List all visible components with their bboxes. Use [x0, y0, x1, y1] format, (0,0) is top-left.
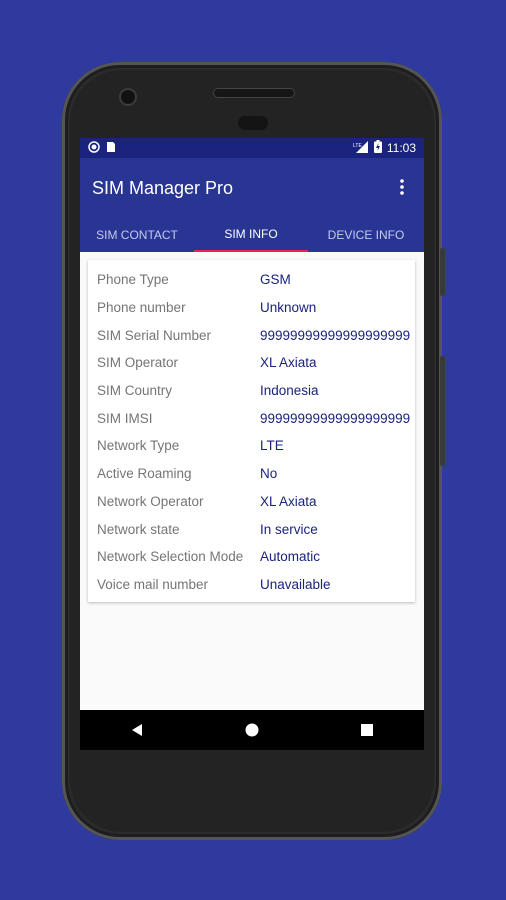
- info-row: Network Operator XL Axiata: [88, 488, 415, 516]
- status-bar: LTE 11:03: [80, 138, 424, 158]
- info-label: Network state: [97, 521, 180, 537]
- navigation-bar: [80, 710, 424, 750]
- info-label: SIM Country: [97, 383, 173, 399]
- more-vert-icon[interactable]: [392, 178, 412, 198]
- info-label: Phone number: [97, 300, 186, 316]
- info-value: Automatic: [260, 549, 321, 565]
- clock: 11:03: [386, 141, 416, 155]
- earpiece-speaker: [213, 88, 295, 98]
- app-title: SIM Manager Pro: [92, 177, 234, 198]
- info-row: Network state In service: [88, 515, 415, 543]
- info-label: SIM Operator: [97, 355, 179, 371]
- front-camera: [119, 88, 137, 106]
- info-label: Network Type: [97, 438, 180, 454]
- info-row: Active Roaming No: [88, 460, 415, 488]
- back-icon[interactable]: [122, 715, 152, 745]
- info-label: Network Selection Mode: [97, 549, 244, 565]
- power-button: [440, 248, 445, 296]
- info-value: Unavailable: [260, 576, 331, 592]
- record-icon: [88, 140, 100, 156]
- info-row: SIM Country Indonesia: [88, 377, 415, 405]
- info-row: SIM Serial Number 99999999999999999999: [88, 321, 415, 349]
- app-bar: SIM Manager Pro: [80, 158, 424, 218]
- info-row: Phone Type GSM: [88, 266, 415, 294]
- sim-card-icon: [106, 141, 116, 156]
- info-label: Network Operator: [97, 493, 204, 509]
- info-label: SIM Serial Number: [97, 327, 212, 343]
- tab-bar: SIM CONTACT SIM INFO DEVICE INFO: [80, 218, 424, 252]
- proximity-sensor: [238, 116, 268, 130]
- phone-screen: LTE 11:03 SIM Manager Pro SIM CONTACT SI…: [80, 138, 424, 750]
- info-label: Voice mail number: [97, 576, 209, 592]
- tab-device-info[interactable]: DEVICE INFO: [308, 218, 424, 252]
- info-value: LTE: [260, 438, 284, 454]
- info-value: 99999999999999999999: [260, 410, 411, 426]
- battery-icon: [373, 140, 382, 156]
- info-value: Unknown: [260, 300, 317, 316]
- tab-sim-contact[interactable]: SIM CONTACT: [80, 218, 194, 252]
- info-label: SIM IMSI: [97, 410, 153, 426]
- info-value: 99999999999999999999: [260, 327, 411, 343]
- tab-sim-info[interactable]: SIM INFO: [194, 218, 308, 252]
- info-value: Indonesia: [260, 383, 319, 399]
- info-row: Network Type LTE: [88, 432, 415, 460]
- info-value: XL Axiata: [260, 493, 317, 509]
- info-row: Phone number Unknown: [88, 294, 415, 322]
- info-row: Voice mail number Unavailable: [88, 571, 415, 599]
- info-value: In service: [260, 521, 318, 537]
- info-value: XL Axiata: [260, 355, 317, 371]
- sim-info-card: Phone Type GSM Phone number Unknown SIM Se…: [88, 260, 415, 603]
- volume-button: [440, 356, 445, 466]
- info-row: SIM Operator XL Axiata: [88, 349, 415, 377]
- info-value: GSM: [260, 272, 291, 288]
- info-row: SIM IMSI 99999999999999999999: [88, 404, 415, 432]
- info-label: Active Roaming: [97, 466, 192, 482]
- recents-icon[interactable]: [352, 715, 382, 745]
- info-row: Network Selection Mode Automatic: [88, 543, 415, 571]
- info-label: Phone Type: [97, 272, 169, 288]
- lte-signal-icon: LTE: [353, 140, 369, 156]
- info-value: No: [260, 466, 278, 482]
- home-icon[interactable]: [237, 715, 267, 745]
- svg-text:LTE: LTE: [353, 143, 362, 149]
